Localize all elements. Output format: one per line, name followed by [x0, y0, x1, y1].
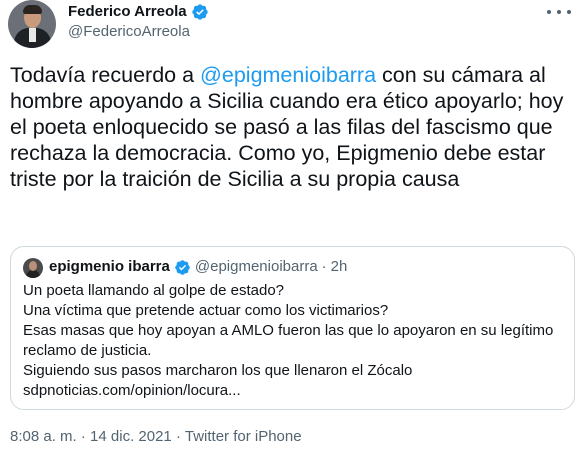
verified-badge-icon	[191, 4, 208, 20]
footer-separator: ·	[80, 428, 86, 445]
footer-separator: ·	[175, 428, 181, 445]
tweet-date[interactable]: 14 dic. 2021	[90, 428, 172, 445]
quoted-line: Una víctima que pretende actuar como los…	[23, 302, 389, 319]
quoted-tweet[interactable]: epigmenio ibarra @epigmenioibarra · 2h U…	[10, 246, 575, 410]
tweet-text-start: Todavía recuerdo a	[10, 63, 201, 87]
tweet-card: Federico Arreola @FedericoArreola Todaví…	[0, 0, 588, 452]
quoted-tweet-time: 2h	[330, 258, 348, 275]
author-handle[interactable]: @FedericoArreola	[68, 22, 190, 42]
tweet-footer: 8:08 a. m. · 14 dic. 2021 · Twitter for …	[10, 427, 302, 447]
author-avatar[interactable]	[8, 0, 56, 48]
quoted-tweet-text: Un poeta llamando al golpe de estado? Un…	[23, 281, 563, 401]
author-name-row[interactable]: Federico Arreola	[68, 2, 209, 22]
quoted-line: Un poeta llamando al golpe de estado?	[23, 282, 285, 299]
quoted-line: reclamo de justicia.	[23, 342, 152, 359]
tweet-source[interactable]: Twitter for iPhone	[185, 428, 302, 445]
more-options-icon[interactable]	[547, 4, 571, 20]
quoted-line: Siguiendo sus pasos marcharon los que ll…	[23, 362, 413, 379]
verified-badge-icon	[175, 259, 190, 275]
quoted-author-avatar	[23, 258, 43, 278]
quoted-tweet-header: epigmenio ibarra @epigmenioibarra · 2h	[49, 257, 347, 277]
quoted-link[interactable]: sdpnoticias.com/opinion/locura...	[23, 381, 563, 401]
tweet-text: Todavía recuerdo a @epigmenioibarra con …	[10, 62, 584, 192]
meta-separator: ·	[321, 258, 327, 275]
quoted-author-name: epigmenio ibarra	[49, 258, 170, 275]
quoted-author-handle: @epigmenioibarra	[194, 258, 318, 275]
mention-link[interactable]: @epigmenioibarra	[200, 63, 376, 87]
author-name[interactable]: Federico Arreola	[68, 2, 187, 22]
quoted-line: Esas masas que hoy apoyan a AMLO fueron …	[23, 322, 554, 339]
tweet-time[interactable]: 8:08 a. m.	[10, 428, 77, 445]
